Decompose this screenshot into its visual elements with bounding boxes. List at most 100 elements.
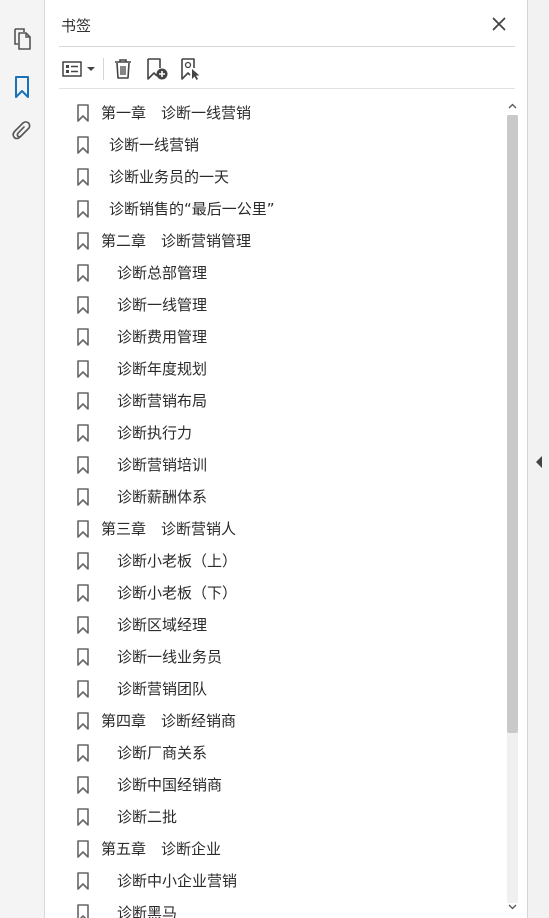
trash-icon [115, 59, 131, 79]
bookmark-label: 诊断小老板（上） [117, 552, 238, 570]
bookmark-item[interactable]: 诊断业务员的一天 [59, 161, 501, 193]
bookmark-label: 诊断小老板（下） [117, 584, 238, 602]
bookmark-item[interactable]: 诊断营销培训 [59, 449, 501, 481]
bookmark-icon [77, 904, 89, 918]
bookmark-item[interactable]: 诊断一线业务员 [59, 641, 501, 673]
new-bookmark-button[interactable] [143, 55, 171, 83]
bookmark-list-scrollbar[interactable] [504, 97, 521, 918]
bookmark-item[interactable]: 诊断中国经销商 [59, 769, 501, 801]
title-divider [59, 46, 515, 47]
bookmark-icon [77, 360, 89, 378]
chevron-up-icon [508, 103, 517, 109]
bookmark-item[interactable]: 诊断小老板（下） [59, 577, 501, 609]
bookmark-label: 诊断总部管理 [117, 264, 208, 282]
chevron-down-icon [86, 67, 95, 71]
bookmark-icon [77, 776, 89, 794]
bookmark-item[interactable]: 诊断薪酬体系 [59, 481, 501, 513]
bookmarks-panel: 书签 第一章 诊断一线营销 诊断一线营销 诊断业务员的一天 诊断销售的“最后一公… [45, 0, 527, 918]
bookmark-icon [77, 840, 89, 858]
bookmark-label: 诊断区域经理 [117, 616, 208, 634]
bookmark-icon [77, 424, 89, 442]
bookmark-label: 第二章 诊断营销管理 [101, 232, 252, 250]
bookmark-icon [77, 296, 89, 314]
bookmark-item[interactable]: 诊断营销团队 [59, 673, 501, 705]
collapse-panel-button[interactable] [531, 450, 547, 474]
bookmark-item[interactable]: 诊断黑马 [59, 897, 501, 918]
bookmark-icon [77, 616, 89, 634]
chevron-left-icon [536, 456, 542, 468]
bookmark-item[interactable]: 第二章 诊断营销管理 [59, 225, 501, 257]
bookmarks-window: 书签 第一章 诊断一线营销 诊断一线营销 诊断业务员的一天 诊断销售的“最后一公… [0, 0, 549, 918]
chevron-down-icon [508, 904, 517, 910]
bookmarks-icon [15, 76, 29, 98]
bookmark-item[interactable]: 诊断营销布局 [59, 385, 501, 417]
bookmark-label: 诊断薪酬体系 [117, 488, 208, 506]
bookmark-label: 第五章 诊断企业 [101, 840, 222, 858]
pages-icon [14, 28, 31, 50]
bookmark-list: 第一章 诊断一线营销 诊断一线营销 诊断业务员的一天诊断销售的“最后一公里” 第二章 … [59, 97, 501, 918]
bookmark-icon [77, 104, 89, 122]
bookmark-label: 诊断营销团队 [117, 680, 208, 698]
bookmark-item[interactable]: 诊断厂商关系 [59, 737, 501, 769]
bookmark-icon [77, 648, 89, 666]
bookmark-label: 诊断厂商关系 [117, 744, 208, 762]
bookmark-label: 诊断营销培训 [117, 456, 208, 474]
bookmark-icon [77, 232, 89, 250]
bookmark-icon [77, 808, 89, 826]
bookmark-label: 诊断销售的“最后一公里” [109, 200, 275, 218]
bookmark-item[interactable]: 诊断执行力 [59, 417, 501, 449]
bookmark-from-selection-button[interactable] [177, 55, 205, 83]
bookmark-label: 第三章 诊断营销人 [101, 520, 237, 538]
bookmark-icon [77, 200, 89, 218]
bookmark-label: 诊断中小企业营销 [117, 872, 238, 890]
close-icon [492, 17, 506, 31]
bookmark-label: 诊断黑马 [117, 904, 178, 918]
bookmark-label: 诊断执行力 [117, 424, 193, 442]
collapse-panel-strip [527, 0, 549, 918]
bookmark-label: 诊断二批 [117, 808, 178, 826]
bookmark-item[interactable]: 第三章 诊断营销人 [59, 513, 501, 545]
bookmark-item[interactable]: 诊断一线管理 [59, 289, 501, 321]
options-menu-button[interactable] [59, 55, 97, 83]
bookmark-icon [77, 712, 89, 730]
bookmark-item[interactable]: 诊断总部管理 [59, 257, 501, 289]
bookmark-icon [77, 392, 89, 410]
bookmark-item[interactable]: 诊断小老板（上） [59, 545, 501, 577]
bookmark-item[interactable]: 诊断一线营销 [59, 129, 501, 161]
bookmark-item[interactable]: 诊断二批 [59, 801, 501, 833]
bookmark-icon [77, 744, 89, 762]
bookmark-icon [77, 456, 89, 474]
bookmark-item[interactable]: 诊断年度规划 [59, 353, 501, 385]
bookmark-from-selection-icon [181, 58, 200, 80]
bookmark-icon [77, 872, 89, 890]
delete-bookmark-button[interactable] [111, 55, 135, 83]
bookmark-item[interactable]: 第五章 诊断企业 [59, 833, 501, 865]
bookmark-icon [77, 520, 89, 538]
bookmark-item[interactable]: 第四章 诊断经销商 [59, 705, 501, 737]
scroll-down-button[interactable] [507, 900, 518, 914]
bookmark-icon [77, 488, 89, 506]
close-panel-button[interactable] [489, 14, 509, 34]
bookmark-item[interactable]: 第一章 诊断一线营销 [59, 97, 501, 129]
bookmark-icon [77, 168, 89, 186]
scroll-up-button[interactable] [507, 99, 518, 113]
bookmark-label: 诊断费用管理 [117, 328, 208, 346]
scrollbar-thumb[interactable] [507, 115, 518, 733]
bookmarks-toolbar [59, 52, 515, 86]
bookmark-item[interactable]: 诊断区域经理 [59, 609, 501, 641]
bookmark-item[interactable]: 诊断销售的“最后一公里” [59, 193, 501, 225]
bookmark-item[interactable]: 诊断费用管理 [59, 321, 501, 353]
bookmark-label: 第四章 诊断经销商 [101, 712, 237, 730]
bookmark-icon [77, 136, 89, 154]
bookmarks-button[interactable] [8, 73, 36, 101]
bookmark-icon [77, 680, 89, 698]
page-thumbnails-button[interactable] [8, 25, 36, 53]
bookmark-label: 诊断年度规划 [117, 360, 208, 378]
attachments-button[interactable] [8, 118, 36, 146]
bookmark-label: 诊断中国经销商 [117, 776, 223, 794]
bookmark-icon [77, 264, 89, 282]
bookmark-label: 诊断一线管理 [117, 296, 208, 314]
bookmark-item[interactable]: 诊断中小企业营销 [59, 865, 501, 897]
panel-title: 书签 [61, 17, 92, 35]
toolbar-divider [59, 88, 515, 89]
